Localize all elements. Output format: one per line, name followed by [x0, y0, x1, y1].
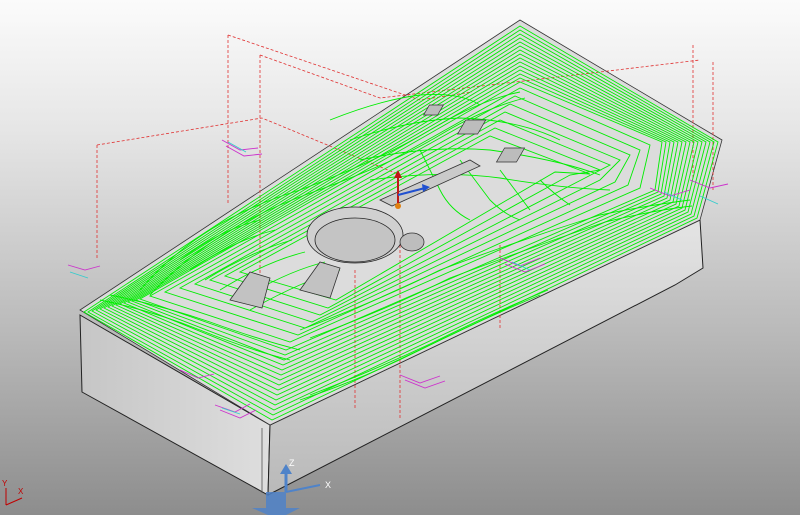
bore-inner	[314, 217, 396, 263]
small-bore	[399, 232, 425, 252]
triad-x-axis	[5, 497, 23, 506]
datum-base-arrow	[248, 492, 300, 515]
corner-orientation-triad: Y X	[2, 479, 24, 506]
origin-point	[395, 203, 401, 209]
cam-3d-viewport[interactable]: Z X Y X	[0, 0, 800, 515]
triad-y-label: Y	[2, 479, 8, 488]
toolpath-scene[interactable]: Z X Y X	[0, 0, 800, 515]
triad-x-label: X	[18, 487, 24, 496]
datum-x-axis	[285, 484, 321, 493]
datum-z-label: Z	[289, 458, 295, 468]
datum-x-label: X	[325, 480, 331, 490]
